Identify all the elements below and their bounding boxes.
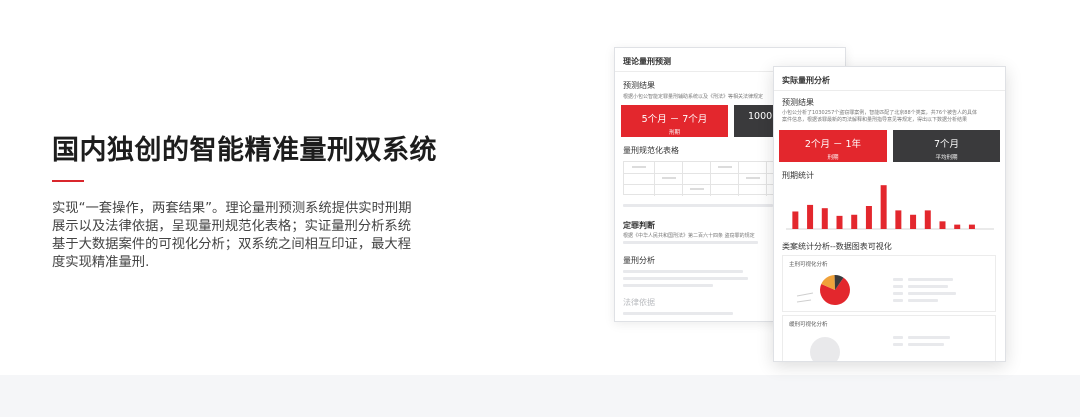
chart-bar [851,214,858,229]
theory-result-note: 根据小包公智能定罪量刑辅助系统以及《刑法》等相关法律规定 [623,94,764,100]
probation-pie-slice [810,337,840,361]
pie-leader-line [796,292,814,297]
probation-panel: 缓刑可视化分析 [782,315,996,361]
empirical-range-value: 2个月 － 1年 [804,139,862,150]
empirical-analysis-card: 实际量刑分析 预测结果 小包公分析了1030257个盗窃罪案例，智能匹配了北京8… [773,66,1006,362]
pie-leader-line [796,299,812,303]
empirical-avg-value: 7个月 [933,139,960,150]
hero-description: 实现“一套操作，两套结果”。理论量刑预测系统提供实时刑期展示以及法律依据，呈现量… [52,201,412,270]
empirical-result-note-2: 案件信息，根据该罪最新的司法解释和量刑指导意见等规定，得出以下数据分析结果 [782,117,968,123]
chart-bar [968,224,975,229]
law-heading: 法律依据 [623,298,655,307]
chart-bar [865,206,872,229]
empirical-avg-label: 平均刑期 [935,155,958,161]
chart-bar [924,210,931,229]
hero-title: 国内独创的智能精准量刑双系统 [52,135,437,166]
empirical-result-heading: 预测结果 [782,98,814,107]
chart-bar [821,208,828,229]
probation-panel-title: 缓刑可视化分析 [789,322,828,328]
chart-bar [910,214,917,229]
conviction-heading: 定罪判断 [623,221,655,230]
theory-result-heading: 预测结果 [623,81,655,90]
chart-bar [954,224,961,229]
chart-bar [836,215,843,229]
title-underline [52,180,84,182]
chart-bar [939,221,946,229]
theory-range-label: 刑期 [668,130,680,136]
theory-range-value: 5个月 － 7个月 [641,114,708,125]
analysis-heading: 量刑分析 [623,256,655,265]
sentence-bar-chart [786,185,994,230]
principal-pie-chart [796,275,850,305]
conviction-note: 根据《中华人民共和国刑法》第二百六十四条 盗窃罪的规定 [623,233,755,239]
empirical-range-label: 刑期 [827,155,839,161]
empirical-range-tile[interactable]: 2个月 － 1年 刑期 [779,130,887,162]
chart-bar [880,185,887,229]
empirical-card-title: 实际量刑分析 [774,67,1005,91]
chart-bar [807,204,814,229]
footer-band [0,375,1080,417]
empirical-result-note-1: 小包公分析了1030257个盗窃罪案例，智能匹配了北京88个类案，共76个被告人… [782,110,977,116]
empirical-avg-tile[interactable]: 7个月 平均刑期 [893,130,1000,162]
principal-sentence-panel: 主刑可视化分析 [782,255,996,312]
similar-cases-heading: 类案统计分析--数据图表可视化 [782,242,892,251]
table-heading: 量刑规范化表格 [623,146,679,155]
chart-bar [792,211,799,229]
probation-pie-chart [810,337,840,361]
chart-bar [895,210,902,229]
theory-range-tile[interactable]: 5个月 － 7个月 刑期 [621,105,728,137]
